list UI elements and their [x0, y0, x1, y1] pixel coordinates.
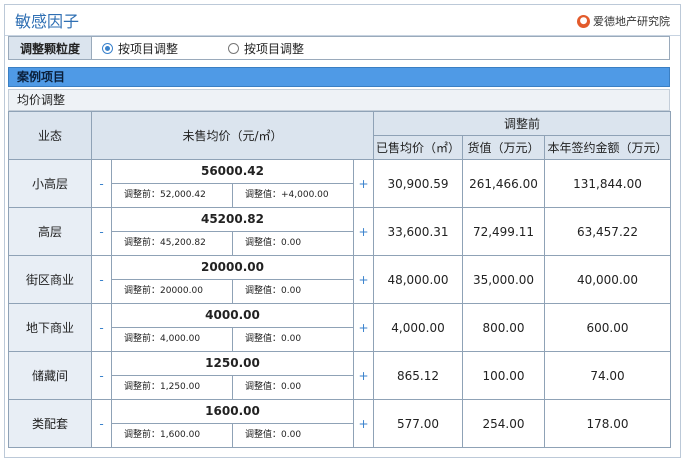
radio-checked-icon[interactable]	[102, 42, 113, 54]
row-type: 类配套	[8, 399, 92, 448]
granularity-option-2[interactable]: 按项目调整	[228, 40, 304, 57]
before-value: 调整前：4,000.00	[112, 328, 233, 351]
granularity-option-label: 按项目调整	[118, 41, 179, 56]
header-group-before: 调整前	[373, 111, 671, 136]
table-row: 类配套 -1600.00 调整前：1,600.00 调整值：0.00 +577.00 25…	[8, 399, 671, 448]
decrease-button[interactable]: -	[91, 351, 112, 400]
granularity-option-label: 按项目调整	[244, 41, 305, 56]
unsold-price-input[interactable]: 1250.00	[112, 352, 353, 376]
unsold-price-cell: 56000.42 调整前：52,000.42 调整值：+4,000.00	[111, 159, 354, 208]
price-adjust-table: 业态 未售均价（元/㎡） 调整前 已售均价（㎡） 货值（万元） 本年签约金额（万…	[8, 111, 671, 448]
before-value: 调整前：1,250.00	[112, 376, 233, 399]
increase-button[interactable]: +	[353, 255, 374, 304]
granularity-option-1[interactable]: 按项目调整	[102, 40, 178, 57]
sold-price-value: 577.00	[373, 399, 463, 448]
sold-price-value: 30,900.59	[373, 159, 463, 208]
increase-button[interactable]: +	[353, 207, 374, 256]
increase-button[interactable]: +	[353, 159, 374, 208]
goods-value: 254.00	[462, 399, 545, 448]
unsold-price-input[interactable]: 20000.00	[112, 256, 353, 280]
person-pin-icon: ●	[577, 14, 590, 28]
unsold-price-input[interactable]: 1600.00	[112, 400, 353, 424]
decrease-button[interactable]: -	[91, 159, 112, 208]
granularity-label: 调整颗粒度	[9, 37, 92, 59]
before-value: 调整前：20000.00	[112, 280, 233, 303]
sold-price-value: 48,000.00	[373, 255, 463, 304]
goods-value: 35,000.00	[462, 255, 545, 304]
row-type: 小高层	[8, 159, 92, 208]
header-unsold-price: 未售均价（元/㎡）	[91, 111, 374, 160]
decrease-button[interactable]: -	[91, 207, 112, 256]
sold-price-value: 33,600.31	[373, 207, 463, 256]
section-header: 案例项目	[8, 67, 670, 87]
table-body: 小高层 -56000.42 调整前：52,000.42 调整值：+4,000.00 +3…	[8, 159, 671, 448]
granularity-row: 调整颗粒度 按项目调整 按项目调整	[8, 36, 670, 60]
increase-button[interactable]: +	[353, 351, 374, 400]
header-signed-amount: 本年签约金额（万元）	[544, 135, 671, 160]
goods-value: 100.00	[462, 351, 545, 400]
header-goods-value: 货值（万元）	[462, 135, 545, 160]
subsection-header: 均价调整	[8, 89, 670, 111]
delta-value: 调整值：0.00	[245, 382, 302, 392]
page-title: 敏感因子	[15, 12, 80, 31]
header-sold-price: 已售均价（㎡）	[373, 135, 463, 160]
sold-price-value: 4,000.00	[373, 303, 463, 352]
sold-price-value: 865.12	[373, 351, 463, 400]
row-type: 高层	[8, 207, 92, 256]
goods-value: 261,466.00	[462, 159, 545, 208]
decrease-button[interactable]: -	[91, 255, 112, 304]
delta-value: 调整值：+4,000.00	[245, 190, 329, 200]
signed-amount-value: 74.00	[544, 351, 671, 400]
before-value: 调整前：1,600.00	[112, 424, 233, 447]
signed-amount-value: 600.00	[544, 303, 671, 352]
unsold-price-input[interactable]: 4000.00	[112, 304, 353, 328]
decrease-button[interactable]: -	[91, 303, 112, 352]
signed-amount-value: 63,457.22	[544, 207, 671, 256]
delta-value: 调整值：0.00	[245, 334, 302, 344]
goods-value: 800.00	[462, 303, 545, 352]
unsold-price-cell: 4000.00 调整前：4,000.00 调整值：0.00	[111, 303, 354, 352]
radio-unchecked-icon[interactable]	[228, 42, 240, 54]
row-type: 地下商业	[8, 303, 92, 352]
unsold-price-cell: 1250.00 调整前：1,250.00 调整值：0.00	[111, 351, 354, 400]
row-type: 街区商业	[8, 255, 92, 304]
unsold-price-input[interactable]: 56000.42	[112, 160, 353, 184]
brand-name: 爱德地产研究院	[593, 15, 670, 28]
decrease-button[interactable]: -	[91, 399, 112, 448]
increase-button[interactable]: +	[353, 303, 374, 352]
table-row: 高层 -45200.82 调整前：45,200.82 调整值：0.00 +33,600.…	[8, 207, 671, 256]
table-row: 街区商业 -20000.00 调整前：20000.00 调整值：0.00 +48,000…	[8, 255, 671, 304]
signed-amount-value: 40,000.00	[544, 255, 671, 304]
unsold-price-cell: 20000.00 调整前：20000.00 调整值：0.00	[111, 255, 354, 304]
delta-value: 调整值：0.00	[245, 430, 302, 440]
goods-value: 72,499.11	[462, 207, 545, 256]
signed-amount-value: 178.00	[544, 399, 671, 448]
delta-value: 调整值：0.00	[245, 286, 302, 296]
table-row: 储藏间 -1250.00 调整前：1,250.00 调整值：0.00 +865.12 10…	[8, 351, 671, 400]
header-type: 业态	[8, 111, 92, 160]
table-row: 小高层 -56000.42 调整前：52,000.42 调整值：+4,000.00 +3…	[8, 159, 671, 208]
before-value: 调整前：52,000.42	[112, 184, 233, 207]
row-type: 储藏间	[8, 351, 92, 400]
before-value: 调整前：45,200.82	[112, 232, 233, 255]
brand: ● 爱德地产研究院	[577, 13, 670, 29]
increase-button[interactable]: +	[353, 399, 374, 448]
title-bar: 敏感因子 ● 爱德地产研究院	[5, 5, 680, 36]
table-row: 地下商业 -4000.00 调整前：4,000.00 调整值：0.00 +4,000.0…	[8, 303, 671, 352]
signed-amount-value: 131,844.00	[544, 159, 671, 208]
unsold-price-cell: 1600.00 调整前：1,600.00 调整值：0.00	[111, 399, 354, 448]
delta-value: 调整值：0.00	[245, 238, 302, 248]
unsold-price-cell: 45200.82 调整前：45,200.82 调整值：0.00	[111, 207, 354, 256]
unsold-price-input[interactable]: 45200.82	[112, 208, 353, 232]
